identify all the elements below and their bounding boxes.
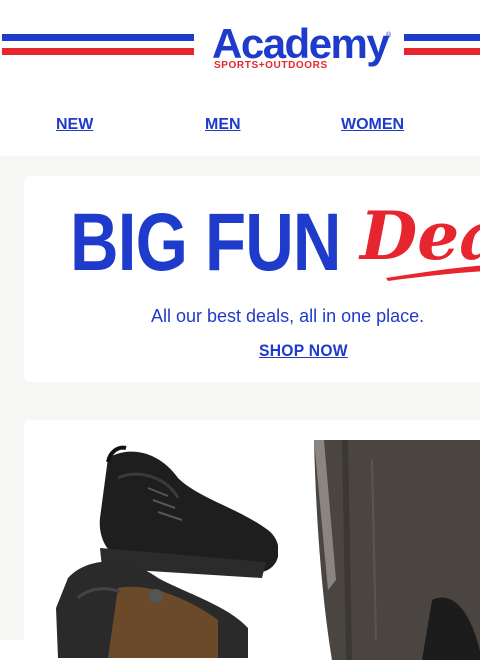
logo-tagline: SPORTS+OUTDOORS	[214, 60, 328, 71]
header-stripes-left	[2, 34, 194, 58]
email-content: BIG FUN Dea All our best deals, all in o…	[0, 156, 480, 660]
registered-mark: ®	[386, 32, 392, 39]
product-showcase	[24, 420, 480, 660]
header-stripes-right	[404, 34, 480, 58]
sneakers-image[interactable]	[48, 438, 278, 658]
banner-headline: BIG FUN	[70, 197, 341, 288]
shop-now-link[interactable]: SHOP NOW	[259, 341, 348, 361]
apparel-image[interactable]	[312, 440, 480, 660]
promo-banner[interactable]: BIG FUN Dea All our best deals, all in o…	[24, 176, 480, 382]
category-nav: NEW MEN WOMEN	[0, 104, 480, 148]
nav-link-new[interactable]: NEW	[56, 116, 93, 134]
academy-logo[interactable]: Academy ® SPORTS+OUTDOORS	[212, 22, 396, 72]
banner-subtitle: All our best deals, all in one place.	[151, 306, 425, 326]
nav-link-women[interactable]: WOMEN	[341, 116, 404, 134]
nav-link-men[interactable]: MEN	[205, 116, 241, 134]
swoosh-underline-icon	[386, 265, 480, 281]
email-header: Academy ® SPORTS+OUTDOORS	[0, 0, 480, 90]
